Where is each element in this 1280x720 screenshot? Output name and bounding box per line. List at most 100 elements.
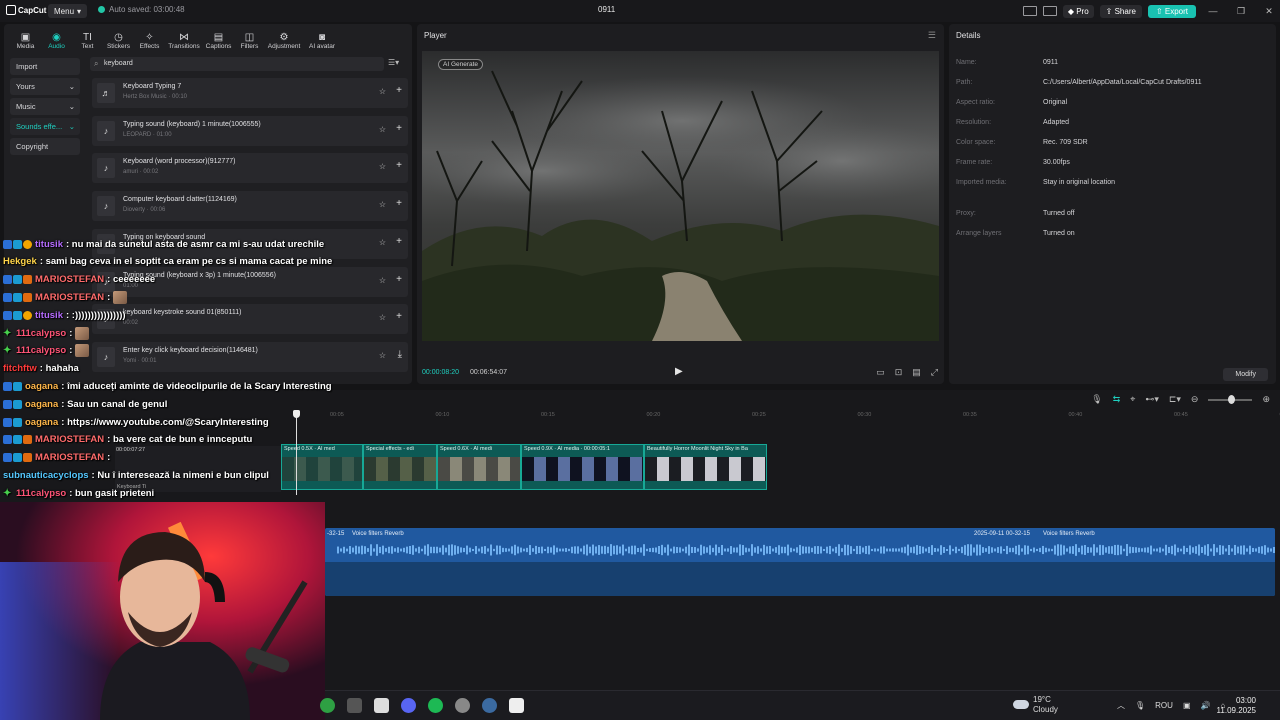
star-icon[interactable]: ☆ [379,87,386,96]
chat-message: subnauticacyclops: Nu î interesează la n… [3,467,269,483]
capcut-taskbar-icon[interactable] [509,698,524,713]
star-icon[interactable]: ☆ [379,125,386,134]
display-icon[interactable]: ▣ [1183,701,1191,710]
link-icon[interactable]: ⇆ [1113,394,1121,405]
magnet-icon[interactable]: ⌖ [1130,394,1135,405]
add-icon[interactable]: + [396,123,402,134]
steam-icon[interactable] [482,698,497,713]
filter-icon[interactable]: ☰▾ [388,58,399,67]
star-icon[interactable]: ☆ [379,276,386,285]
weather-widget[interactable]: 19°C Cloudy [1033,695,1058,715]
tab-captions[interactable]: ▤ Captions [203,26,234,50]
sound-item[interactable]: ♬ Keyboard Typing 7 Hertz Box Music · 00:1… [92,78,408,108]
add-icon[interactable]: + [396,274,402,285]
detail-value: C:/Users/Albert/AppData/Local/CapCut Dra… [1043,79,1202,86]
wave-bar [1036,548,1038,552]
zoom-out-icon[interactable]: ⊖ [1191,394,1199,405]
wave-bar [424,545,426,555]
wave-bar [1210,548,1212,552]
tab-media[interactable]: ▣ Media [10,26,41,50]
video-clip[interactable]: Speed 0.9X · AI media · 00:00:05:1 [521,444,644,490]
zoom-knob[interactable] [1228,394,1236,404]
quality-icon[interactable]: ▤ [912,367,921,378]
ratio-icon[interactable]: ▭ [876,367,885,378]
fullscreen-icon[interactable]: ⤢ [931,367,938,378]
category-sounds-effe-[interactable]: Sounds effe... ⌄ [10,118,80,135]
timeline-ruler[interactable]: 00:05 00:10 00:15 00:20 00:25 00:30 00:35 00:40… [280,410,1280,422]
preview-axis-icon[interactable]: ⊏▾ [1169,394,1181,405]
language-indicator[interactable]: ROU [1155,701,1173,710]
wave-bar [1012,547,1014,553]
tab-effects[interactable]: ✧ Effects [134,26,165,50]
spotify-icon[interactable] [428,698,443,713]
sound-item[interactable]: ♪ Keyboard (word processor)(912777) amuri … [92,153,408,184]
video-clip[interactable]: Special effects - edi [363,444,437,490]
add-icon[interactable]: + [396,236,402,247]
zoom-in-icon[interactable]: ⊕ [1262,394,1270,405]
autosave-text: Auto saved: 03:00:48 [109,5,185,14]
download-icon[interactable]: ⤓ [398,349,402,360]
add-icon[interactable]: + [396,160,402,171]
store-icon[interactable] [374,698,389,713]
wave-bar [721,544,723,556]
unity-icon[interactable] [347,698,362,713]
close-icon[interactable]: ✕ [1258,6,1280,17]
github-icon[interactable] [455,698,470,713]
export-button[interactable]: ⇧ Export [1147,4,1196,18]
video-track[interactable]: Speed 0.5X · AI med Special effects - edi… [281,444,767,490]
crop-icon[interactable]: ⊡ [895,367,903,378]
wave-bar [511,546,513,554]
video-clip[interactable]: Beautifully Horror Moonlit Night Sky in … [644,444,767,490]
share-button[interactable]: ⇪ Share [1099,4,1142,18]
category-yours[interactable]: Yours ⌄ [10,78,80,95]
play-icon[interactable]: ▶ [675,366,683,377]
chevron-up-icon[interactable]: ︿ [1117,700,1125,711]
clock[interactable]: 03:00 11.09.2025 [1217,696,1256,716]
tab-transitions[interactable]: ⋈ Transitions [165,26,203,50]
player-menu-icon[interactable]: ☰ [928,30,936,41]
zoom-slider[interactable] [1208,394,1253,404]
shortcuts-icon[interactable] [1042,6,1057,16]
wave-bar [856,545,858,555]
add-icon[interactable]: + [396,311,402,322]
autosave-status: Auto saved: 03:00:48 [98,5,185,14]
modify-button[interactable]: Modify [1223,368,1268,381]
detail-value: 30.00fps [1043,159,1070,166]
minimize-icon[interactable]: — [1202,6,1224,16]
menu-button[interactable]: Menu ▾ [48,4,88,18]
video-clip[interactable]: Speed 0.6X · AI medi [437,444,521,490]
tab-stickers[interactable]: ◷ Stickers [103,26,134,50]
sound-item[interactable]: ♪ Typing sound (keyboard) 1 minute(100655… [92,115,408,146]
layout-icon[interactable] [1022,6,1037,16]
star-icon[interactable]: ☆ [379,313,386,322]
tab-label: Text [81,43,94,50]
star-icon[interactable]: ☆ [379,351,386,360]
tab-adjustment[interactable]: ⚙ Adjustment [265,26,303,50]
maximize-icon[interactable]: ❐ [1230,6,1252,17]
mic-icon[interactable]: 🎙 [1135,701,1145,710]
microphone-icon[interactable]: 🎙 [1091,394,1102,405]
category-copyright[interactable]: Copyright [10,138,80,155]
discord-icon[interactable] [401,698,416,713]
star-icon[interactable]: ☆ [379,162,386,171]
pro-button[interactable]: ◆ Pro [1062,4,1094,18]
star-icon[interactable]: ☆ [379,200,386,209]
tab-ai-avatar[interactable]: ◙ AI avatar [303,26,341,50]
category-import[interactable]: Import [10,58,80,75]
add-icon[interactable]: + [396,198,402,209]
volume-icon[interactable]: 🔊 [1201,701,1211,710]
category-music[interactable]: Music ⌄ [10,98,80,115]
badge-icon [13,399,22,409]
snap-icon[interactable]: ⊷▾ [1145,394,1159,405]
wave-bar [463,547,465,553]
audio-track[interactable]: -32-15 Voice filters Reverb 2025-09-11 00-… [325,528,1275,596]
tab-text[interactable]: TI Text [72,26,103,50]
tab-audio[interactable]: ◉ Audio [41,26,72,50]
chrome-icon[interactable] [320,698,335,713]
star-icon[interactable]: ☆ [379,238,386,247]
video-preview[interactable] [422,51,939,341]
tab-filters[interactable]: ◫ Filters [234,26,265,50]
add-icon[interactable]: + [396,85,402,96]
sound-item[interactable]: ♪ Computer keyboard clatter(1124169) Diove… [92,191,408,222]
search-input[interactable]: ⌕ keyboard [90,57,384,71]
